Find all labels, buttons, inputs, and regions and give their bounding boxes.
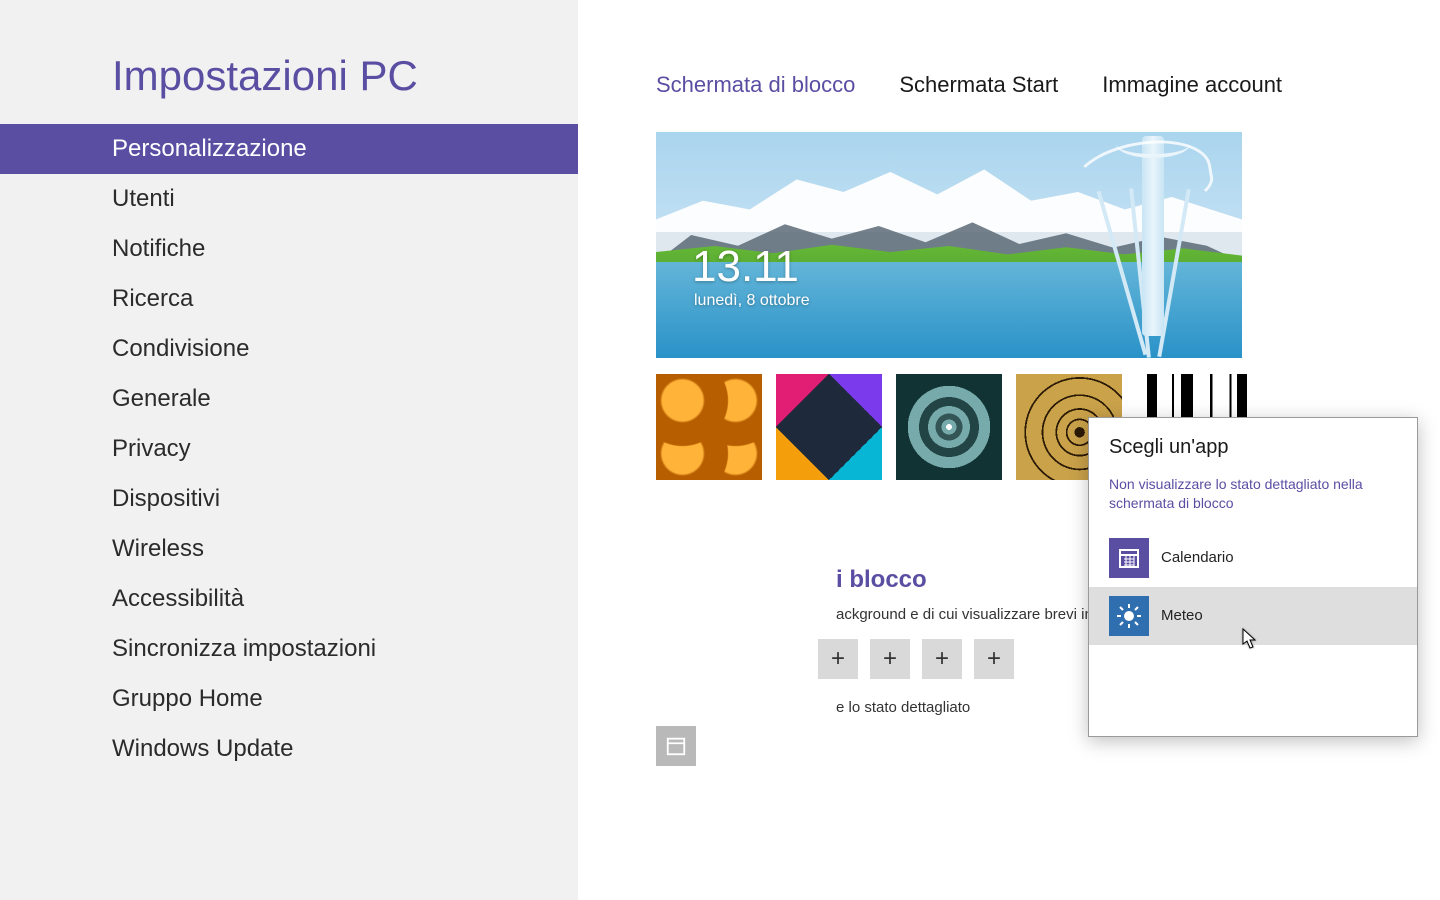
nav-item-dispositivi[interactable]: Dispositivi: [0, 474, 578, 524]
page-title: Impostazioni PC: [0, 0, 578, 124]
nav-item-personalizzazione[interactable]: Personalizzazione: [0, 124, 578, 174]
main-content: Schermata di blocco Schermata Start Imma…: [578, 0, 1440, 900]
nav-item-windows-update[interactable]: Windows Update: [0, 724, 578, 774]
nav-item-gruppo-home[interactable]: Gruppo Home: [0, 674, 578, 724]
nav-item-privacy[interactable]: Privacy: [0, 424, 578, 474]
thumb-triangles[interactable]: [776, 374, 882, 480]
lockscreen-preview[interactable]: 13.11 lunedì, 8 ottobre: [656, 132, 1242, 358]
settings-nav-list: Personalizzazione Utenti Notifiche Ricer…: [0, 124, 578, 774]
quick-status-slot[interactable]: +: [818, 639, 858, 679]
nav-item-notifiche[interactable]: Notifiche: [0, 224, 578, 274]
nav-item-condivisione[interactable]: Condivisione: [0, 324, 578, 374]
tab-start-screen[interactable]: Schermata Start: [899, 72, 1058, 98]
app-option-meteo[interactable]: Meteo: [1089, 587, 1417, 645]
calendar-icon: [1109, 538, 1149, 578]
lockscreen-time: 13.11: [692, 242, 799, 292]
nav-item-generale[interactable]: Generale: [0, 374, 578, 424]
quick-status-slot[interactable]: +: [922, 639, 962, 679]
settings-sidebar: Impostazioni PC Personalizzazione Utenti…: [0, 0, 578, 900]
popup-disable-option[interactable]: Non visualizzare lo stato dettagliato ne…: [1109, 475, 1397, 513]
choose-app-popup: Scegli un'app Non visualizzare lo stato …: [1088, 417, 1418, 737]
lockscreen-date: lunedì, 8 ottobre: [694, 292, 810, 310]
nav-item-sincronizza[interactable]: Sincronizza impostazioni: [0, 624, 578, 674]
nav-item-utenti[interactable]: Utenti: [0, 174, 578, 224]
app-option-calendario[interactable]: Calendario: [1089, 529, 1417, 587]
thumb-tunnel[interactable]: [896, 374, 1002, 480]
thumb-honeycomb[interactable]: [656, 374, 762, 480]
tab-account-picture[interactable]: Immagine account: [1102, 72, 1282, 98]
nav-item-accessibilita[interactable]: Accessibilità: [0, 574, 578, 624]
nav-item-wireless[interactable]: Wireless: [0, 524, 578, 574]
personalization-tabs: Schermata di blocco Schermata Start Imma…: [656, 72, 1440, 98]
calendar-icon: [665, 735, 687, 757]
popup-title: Scegli un'app: [1109, 436, 1397, 459]
tab-lock-screen[interactable]: Schermata di blocco: [656, 72, 855, 98]
app-option-label: Calendario: [1161, 549, 1234, 566]
quick-status-slot[interactable]: +: [870, 639, 910, 679]
quick-status-slot[interactable]: +: [974, 639, 1014, 679]
nav-item-ricerca[interactable]: Ricerca: [0, 274, 578, 324]
detailed-status-slot[interactable]: [656, 726, 696, 766]
app-option-label: Meteo: [1161, 607, 1203, 624]
weather-icon: [1109, 596, 1149, 636]
